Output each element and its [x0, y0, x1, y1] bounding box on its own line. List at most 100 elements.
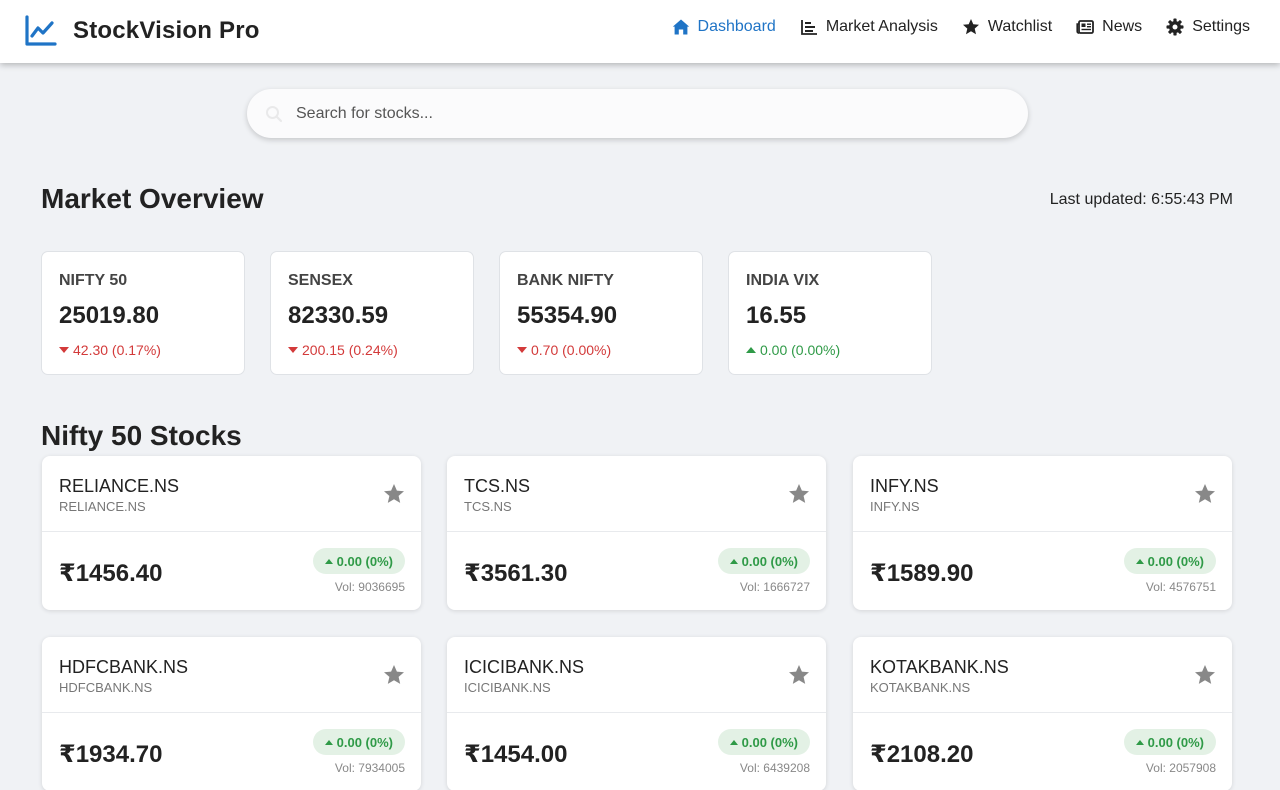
chart-bar-icon — [800, 20, 817, 35]
caret-up-icon — [729, 739, 738, 745]
watchlist-star-icon[interactable] — [383, 664, 405, 686]
card-divider — [42, 531, 421, 532]
change-badge-text: 0.00 (0%) — [741, 734, 798, 750]
search-input[interactable] — [296, 104, 996, 123]
index-value: 25019.80 — [59, 302, 160, 329]
nav-settings-label: Settings — [1192, 18, 1250, 35]
change-badge-text: 0.00 (0%) — [1147, 553, 1204, 569]
watchlist-star-icon[interactable] — [788, 483, 810, 505]
caret-up-icon — [324, 558, 333, 564]
stock-price: ₹2108.20 — [870, 741, 974, 768]
stock-volume: Vol: 1666727 — [739, 580, 810, 594]
nav-market-analysis[interactable]: Market Analysis — [800, 18, 938, 36]
app-title: StockVision Pro — [73, 17, 260, 44]
stock-volume: Vol: 6439208 — [739, 761, 810, 775]
star-icon — [962, 19, 979, 35]
stock-card[interactable]: HDFCBANK.NS HDFCBANK.NS ₹1934.70 0.00 (0… — [42, 637, 421, 790]
stock-volume: Vol: 7934005 — [334, 761, 405, 775]
nav-settings[interactable]: Settings — [1166, 18, 1250, 36]
card-divider — [853, 531, 1232, 532]
stock-subtitle: HDFCBANK.NS — [59, 680, 153, 695]
caret-down-icon — [59, 347, 69, 353]
nifty-stocks-title: Nifty 50 Stocks — [41, 420, 242, 451]
search-bar[interactable] — [247, 89, 1028, 138]
stock-card[interactable]: RELIANCE.NS RELIANCE.NS ₹1456.40 0.00 (0… — [42, 456, 421, 610]
stock-card[interactable]: TCS.NS TCS.NS ₹3561.30 0.00 (0%) Vol: 16… — [447, 456, 826, 610]
stock-symbol: HDFCBANK.NS — [59, 657, 189, 677]
stock-price: ₹1456.40 — [59, 560, 163, 587]
nav-market-analysis-label: Market Analysis — [825, 18, 938, 35]
stock-price: ₹1589.90 — [870, 560, 974, 587]
brand[interactable]: StockVision Pro — [24, 14, 260, 48]
watchlist-star-icon[interactable] — [1194, 664, 1216, 686]
nav-news[interactable]: News — [1076, 18, 1142, 36]
change-badge-text: 0.00 (0%) — [1147, 734, 1204, 750]
index-name: BANK NIFTY — [517, 272, 614, 289]
stock-card[interactable]: KOTAKBANK.NS KOTAKBANK.NS ₹2108.20 0.00 … — [853, 637, 1232, 790]
change-badge-text: 0.00 (0%) — [741, 553, 798, 569]
watchlist-star-icon[interactable] — [788, 664, 810, 686]
index-change-text: 42.30 (0.17%) — [73, 342, 161, 358]
nav-watchlist-label: Watchlist — [987, 18, 1053, 35]
stock-price: ₹1454.00 — [464, 741, 568, 768]
change-badge: 0.00 (0%) — [1123, 729, 1216, 755]
change-badge: 0.00 (0%) — [717, 548, 810, 574]
caret-up-icon — [1135, 739, 1144, 745]
stock-subtitle: TCS.NS — [464, 499, 512, 514]
stock-card[interactable]: ICICIBANK.NS ICICIBANK.NS ₹1454.00 0.00 … — [447, 637, 826, 790]
change-badge-text: 0.00 (0%) — [336, 734, 393, 750]
nav-dashboard[interactable]: Dashboard — [672, 18, 776, 36]
stock-subtitle: KOTAKBANK.NS — [870, 680, 971, 695]
caret-down-icon — [517, 347, 527, 353]
search-icon — [266, 106, 283, 123]
index-change-text: 200.15 (0.24%) — [302, 342, 398, 358]
market-overview-title: Market Overview — [41, 183, 264, 214]
newspaper-icon — [1076, 20, 1095, 34]
stock-volume: Vol: 4576751 — [1145, 580, 1216, 594]
stock-symbol: RELIANCE.NS — [59, 476, 180, 496]
caret-up-icon — [1135, 558, 1144, 564]
stock-volume: Vol: 9036695 — [334, 580, 405, 594]
nav-watchlist[interactable]: Watchlist — [962, 18, 1052, 36]
index-name: NIFTY 50 — [59, 272, 128, 289]
change-badge: 0.00 (0%) — [717, 729, 810, 755]
stock-subtitle: RELIANCE.NS — [59, 499, 146, 514]
index-card-nifty50[interactable]: NIFTY 50 25019.80 42.30 (0.17%) — [41, 251, 245, 375]
nav-news-label: News — [1102, 18, 1143, 35]
caret-down-icon — [288, 347, 298, 353]
home-icon — [672, 19, 689, 35]
stock-card[interactable]: INFY.NS INFY.NS ₹1589.90 0.00 (0%) Vol: … — [853, 456, 1232, 610]
index-change: 42.30 (0.17%) — [59, 342, 161, 358]
index-change: 0.00 (0.00%) — [746, 342, 840, 358]
watchlist-star-icon[interactable] — [1194, 483, 1216, 505]
stock-subtitle: INFY.NS — [870, 499, 920, 514]
index-change-text: 0.70 (0.00%) — [531, 342, 612, 358]
card-divider — [447, 531, 826, 532]
index-change: 0.70 (0.00%) — [517, 342, 611, 358]
caret-up-icon — [729, 558, 738, 564]
stock-price: ₹1934.70 — [59, 741, 163, 768]
chart-line-icon — [25, 15, 57, 46]
change-badge: 0.00 (0%) — [312, 548, 405, 574]
caret-up-icon — [746, 347, 756, 353]
index-value: 82330.59 — [288, 302, 389, 329]
gear-icon — [1166, 18, 1184, 36]
index-card-sensex[interactable]: SENSEX 82330.59 200.15 (0.24%) — [270, 251, 474, 375]
card-divider — [853, 712, 1232, 713]
index-name: SENSEX — [288, 272, 353, 289]
last-updated-text: Last updated: 6:55:43 PM — [1049, 191, 1233, 208]
index-value: 55354.90 — [517, 302, 618, 329]
top-navbar: StockVision Pro Dashboard Market Analysi… — [0, 0, 1280, 63]
stock-symbol: ICICIBANK.NS — [464, 657, 585, 677]
stock-symbol: INFY.NS — [870, 476, 939, 496]
change-badge: 0.00 (0%) — [312, 729, 405, 755]
watchlist-star-icon[interactable] — [383, 483, 405, 505]
main-nav: Dashboard Market Analysis Watchlist News… — [648, 18, 1250, 36]
index-card-bank-nifty[interactable]: BANK NIFTY 55354.90 0.70 (0.00%) — [499, 251, 703, 375]
stock-symbol: KOTAKBANK.NS — [870, 657, 1009, 677]
stock-volume: Vol: 2057908 — [1145, 761, 1216, 775]
index-value: 16.55 — [746, 302, 807, 329]
index-change: 200.15 (0.24%) — [288, 342, 398, 358]
index-name: INDIA VIX — [746, 272, 820, 289]
index-card-india-vix[interactable]: INDIA VIX 16.55 0.00 (0.00%) — [728, 251, 932, 375]
